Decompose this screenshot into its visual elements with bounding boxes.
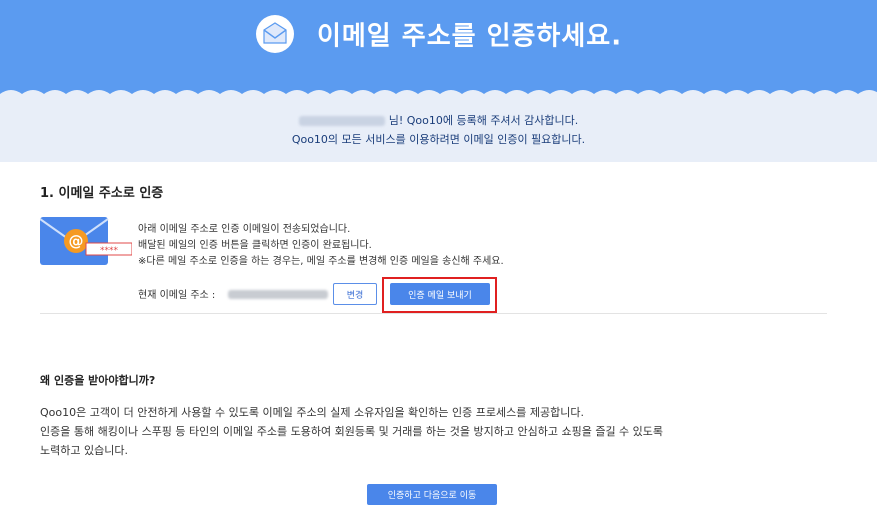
greeting-text-1: 님! Qoo10에 등록해 주셔서 감사합니다.: [388, 114, 579, 127]
page-title-text: 이메일 주소를 인증하세요.: [316, 21, 623, 52]
header-banner: 이메일 주소를 인증하세요.: [0, 0, 877, 100]
email-at-icon: @ ****: [40, 217, 132, 265]
svg-text:@: @: [69, 232, 84, 250]
redacted-username: [298, 116, 385, 126]
desc-line-2: 배달된 메일의 인증 버튼을 클릭하면 인증이 완료됩니다.: [138, 240, 372, 251]
why-line-1: Qoo10은 고객이 더 안전하게 사용할 수 있도록 이메일 주소의 실제 소…: [40, 406, 584, 419]
greeting-panel: 님! Qoo10에 등록해 주셔서 감사합니다. Qoo10의 모든 서비스를 …: [0, 100, 877, 162]
why-line-2: 인증을 통해 해킹이나 스푸핑 등 타인의 이메일 주소를 도용하여 회원등록 …: [40, 425, 664, 438]
section-divider: [40, 313, 827, 314]
why-title: 왜 인증을 받아야합니까?: [40, 374, 156, 387]
desc-line-1: 아래 이메일 주소로 인증 이메일이 전송되었습니다.: [138, 224, 351, 235]
masked-password: ****: [100, 246, 119, 256]
why-body: Qoo10은 고객이 더 안전하게 사용할 수 있도록 이메일 주소의 실제 소…: [40, 403, 840, 460]
why-line-3: 노력하고 있습니다.: [40, 444, 128, 457]
verify-and-continue-button[interactable]: 인증하고 다음으로 이동: [367, 484, 497, 505]
change-email-button[interactable]: 변경: [333, 283, 377, 305]
current-email-label: 현재 이메일 주소 :: [138, 290, 216, 301]
envelope-icon: [255, 15, 294, 53]
greeting-line-2: Qoo10의 모든 서비스를 이용하려면 이메일 인증이 필요합니다.: [291, 133, 586, 146]
redacted-email: [228, 290, 328, 299]
email-auth-description: 아래 이메일 주소로 인증 이메일이 전송되었습니다. 배달된 메일의 인증 버…: [138, 222, 504, 270]
send-verification-email-button[interactable]: 인증 메일 보내기: [390, 283, 490, 305]
section-title-email-auth: 1. 이메일 주소로 인증: [40, 186, 164, 201]
page-title: 이메일 주소를 인증하세요.: [0, 14, 877, 54]
greeting-line-1: 님! Qoo10에 등록해 주셔서 감사합니다.: [0, 112, 877, 128]
desc-line-3: ※다른 메일 주소로 인증을 하는 경우는, 메일 주소를 변경해 인증 메일을…: [138, 256, 504, 267]
